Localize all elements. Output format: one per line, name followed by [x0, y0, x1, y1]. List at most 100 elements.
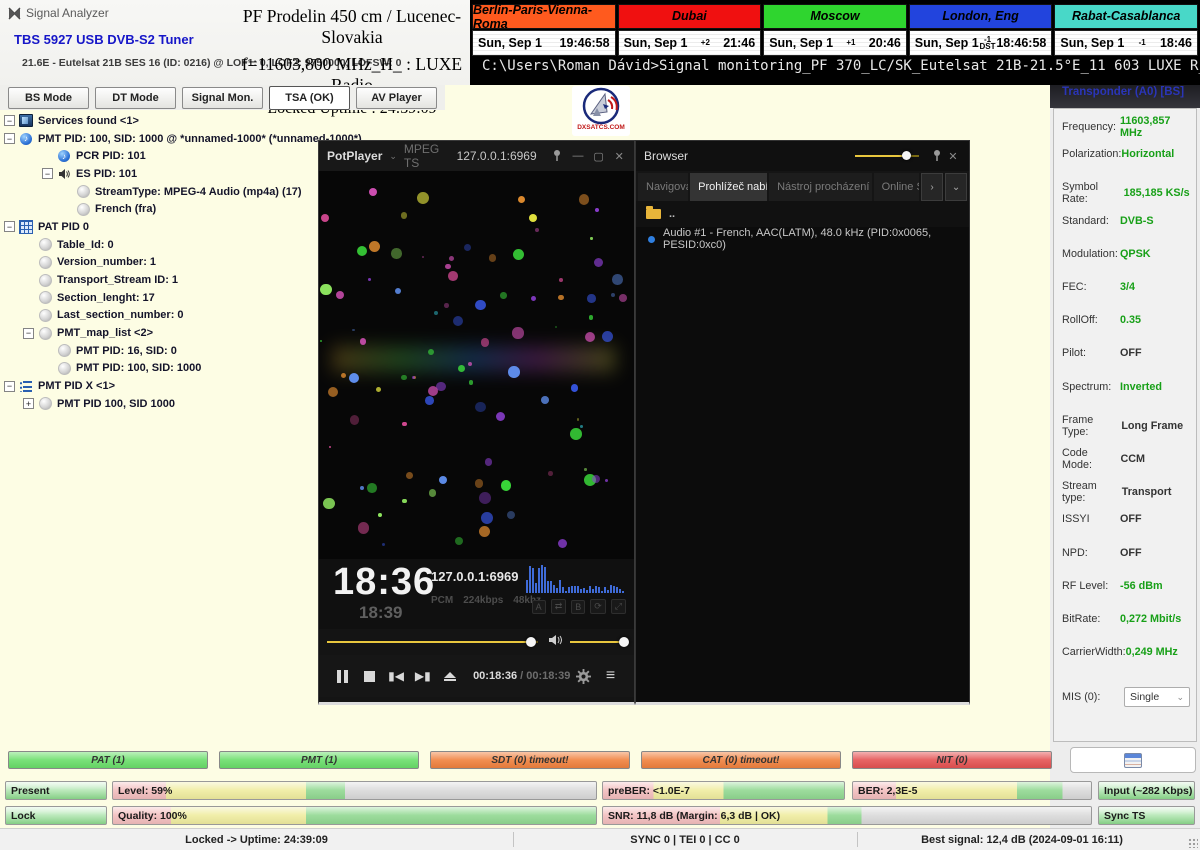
- transponder-header: Transponder (A0) [BS]: [1050, 85, 1200, 108]
- tree-item[interactable]: −StreamType: MPEG-4 Audio (mp4a) (17): [4, 183, 316, 201]
- clock-time-row: Sun, Sep 119:46:58: [472, 30, 616, 56]
- chevron-down-button[interactable]: ⌄: [945, 173, 967, 201]
- ball-icon: [57, 362, 71, 375]
- tab-tsa-ok-[interactable]: TSA (OK): [269, 86, 350, 110]
- browser-opacity-slider[interactable]: [855, 155, 919, 157]
- pin-icon[interactable]: [551, 149, 565, 164]
- meter-snr: SNR: 11,8 dB (Margin: 6,3 dB | OK): [602, 806, 1092, 825]
- browser-tab-0[interactable]: Navigovat: [638, 173, 688, 201]
- collapse-icon[interactable]: −: [4, 221, 15, 232]
- clock-time: 21:46: [723, 36, 755, 50]
- collapse-icon[interactable]: −: [23, 328, 34, 339]
- stop-button[interactable]: [356, 662, 383, 690]
- tree-item[interactable]: −♪PMT PID: 100, SID: 1000 @ *unnamed-100…: [4, 130, 316, 148]
- tree-item[interactable]: +PMT PID 100, SID 1000: [4, 395, 316, 413]
- settings-gear-icon[interactable]: [570, 662, 597, 690]
- tree-item[interactable]: −French (fra): [4, 200, 316, 218]
- tree-item[interactable]: −Transport_Stream ID: 1: [4, 271, 316, 289]
- tab-bs-mode[interactable]: BS Mode: [8, 87, 89, 109]
- maximize-icon[interactable]: ▢: [592, 150, 606, 163]
- signal-param-value: 185,185 KS/s: [1124, 187, 1192, 199]
- close-icon[interactable]: ✕: [612, 150, 626, 163]
- ball-icon: [38, 238, 52, 251]
- seek-knob[interactable]: [526, 637, 536, 647]
- status-bar: Locked -> Uptime: 24:39:09 SYNC 0 | TEI …: [0, 828, 1200, 850]
- signal-param-value: 3/4: [1120, 281, 1192, 293]
- signal-param-row: Polarization:Horizontal: [1062, 148, 1192, 160]
- tree-item[interactable]: −Table_Id: 0: [4, 236, 316, 254]
- tree-item[interactable]: −Section_lenght: 17: [4, 289, 316, 307]
- tab-av-player[interactable]: AV Player: [356, 87, 437, 109]
- codec-label: PCM: [431, 595, 453, 606]
- resize-grip[interactable]: [1188, 838, 1198, 848]
- tree-item[interactable]: −PMT PID: 100, SID: 1000: [4, 360, 316, 378]
- mode-tabstrip: BS Mode DT Mode Signal Mon. TSA (OK) AV Play…: [0, 85, 1050, 110]
- ball-icon: [38, 256, 52, 269]
- browser-tab-1[interactable]: Prohlížeč nabídky: [690, 173, 767, 201]
- potplayer-titlebar[interactable]: PotPlayer ⌄ MPEG TS 127.0.0.1:6969 — ▢ ✕: [319, 141, 634, 171]
- stream-source-label: 127.0.0.1:6969: [457, 149, 537, 163]
- signal-parameters-panel: MIS (0): Single⌄ Frequency:11603,857 MHz…: [1053, 108, 1197, 742]
- potplayer-menu[interactable]: PotPlayer: [327, 149, 382, 163]
- signal-param-value: DVB-S: [1120, 215, 1192, 227]
- tab-dt-mode[interactable]: DT Mode: [95, 87, 176, 109]
- clock-utc-offset: +2: [688, 39, 724, 46]
- tree-item[interactable]: −Version_number: 1: [4, 254, 316, 272]
- tree-item[interactable]: −Services found <1>: [4, 112, 316, 130]
- signal-param-row: Standard:DVB-S: [1062, 215, 1192, 227]
- collapse-icon[interactable]: −: [4, 115, 15, 126]
- expand-icon[interactable]: +: [23, 398, 34, 409]
- volume-knob[interactable]: [619, 637, 629, 647]
- audio-equalizer: [526, 565, 626, 593]
- collapse-icon[interactable]: −: [4, 133, 15, 144]
- tree-item[interactable]: −PMT PID: 16, SID: 0: [4, 342, 316, 360]
- tab-signal-mon-[interactable]: Signal Mon.: [182, 87, 263, 109]
- previous-button[interactable]: ▮◀: [383, 662, 410, 690]
- menu-icon[interactable]: ≡: [597, 662, 624, 690]
- pause-button[interactable]: [329, 662, 356, 690]
- eject-button[interactable]: [436, 662, 463, 690]
- collapse-icon[interactable]: −: [42, 168, 53, 179]
- slider-knob[interactable]: [902, 151, 911, 160]
- stream-url-label: 127.0.0.1:6969: [431, 569, 518, 584]
- tree-item[interactable]: −♪PCR PID: 101: [4, 147, 316, 165]
- transponder-list-button[interactable]: [1070, 747, 1196, 773]
- browser-titlebar[interactable]: Browser ✕: [636, 141, 969, 171]
- volume-icon[interactable]: [548, 633, 562, 651]
- folder-icon: [646, 209, 661, 219]
- volume-bar[interactable]: [570, 641, 626, 643]
- signal-param-row: RF Level:-56 dBm: [1062, 580, 1192, 592]
- signal-param-value: QPSK: [1120, 248, 1192, 260]
- browser-tab-3[interactable]: Online S: [874, 173, 919, 201]
- signal-param-label: Spectrum:: [1062, 381, 1111, 393]
- clock-time: 18:46:58: [996, 36, 1046, 50]
- mis-select[interactable]: Single⌄: [1124, 687, 1190, 707]
- next-button[interactable]: ▶▮: [409, 662, 436, 690]
- tree-item-label: PAT PID 0: [38, 221, 89, 233]
- meter-level: Level: 59%: [112, 781, 597, 800]
- next-arrow-button[interactable]: ›: [921, 173, 943, 201]
- collapse-icon[interactable]: −: [4, 381, 15, 392]
- chevron-down-icon[interactable]: ⌄: [389, 151, 397, 162]
- psi-bar-sdt: SDT (0) timeout!: [430, 751, 630, 769]
- ab-repeat-controls[interactable]: A⇄B⟳⤢: [532, 599, 626, 614]
- seek-bar[interactable]: [327, 641, 538, 643]
- tree-item[interactable]: −Last_section_number: 0: [4, 307, 316, 325]
- psi-bar-pmt: PMT (1): [219, 751, 419, 769]
- dxsatcs-logo: DXSATCS.COM: [572, 86, 630, 136]
- tree-item[interactable]: −PMT PID X <1>: [4, 377, 316, 395]
- browser-tab-2[interactable]: Nástroj procházení titulků: [769, 173, 872, 201]
- tree-item[interactable]: −ES PID: 101: [4, 165, 316, 183]
- playback-controls: ▮◀ ▶▮ 00:18:36 / 00:18:39 ≡: [319, 655, 634, 697]
- visualization-canvas[interactable]: [319, 171, 634, 559]
- tree-item[interactable]: − PAT PID 0: [4, 218, 316, 236]
- terminal-window: Berlin-Paris-Vienna-RomaSun, Sep 119:46:…: [470, 0, 1200, 85]
- tree-item[interactable]: −PMT_map_list <2>: [4, 324, 316, 342]
- browser-title: Browser: [644, 149, 688, 163]
- pin-icon[interactable]: [929, 149, 945, 164]
- audio-track-item[interactable]: Audio #1 - French, AAC(LATM), 48.0 kHz (…: [636, 227, 969, 251]
- folder-up-row[interactable]: ..: [636, 201, 969, 227]
- close-icon[interactable]: ✕: [945, 150, 961, 163]
- minimize-icon[interactable]: —: [571, 150, 585, 162]
- ball-icon: [38, 327, 52, 340]
